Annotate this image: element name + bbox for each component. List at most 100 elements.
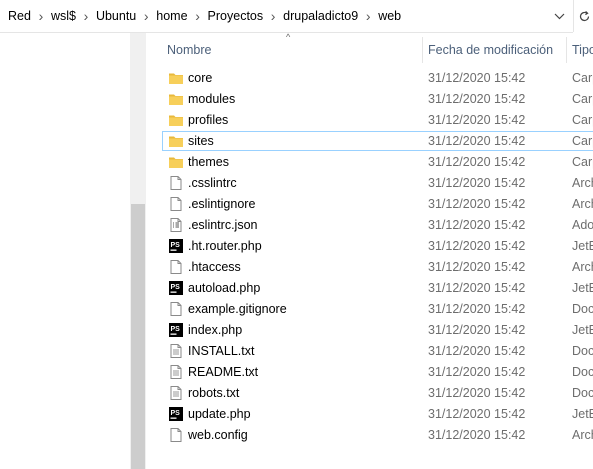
chevron-right-icon[interactable]: › [191, 9, 205, 23]
file-name: update.php [188, 407, 251, 421]
file-date: 31/12/2020 15:42 [428, 281, 526, 295]
file-row[interactable]: PS index.php 31/12/2020 15:42 JetB [146, 320, 593, 341]
file-row[interactable]: .htaccess 31/12/2020 15:42 Arch [146, 257, 593, 278]
file-row[interactable]: profiles 31/12/2020 15:42 Carp [146, 110, 593, 131]
file-row[interactable]: modules 31/12/2020 15:42 Carp [146, 89, 593, 110]
file-date: 31/12/2020 15:42 [428, 134, 526, 148]
file-date: 31/12/2020 15:42 [428, 239, 526, 253]
column-divider[interactable] [566, 37, 567, 63]
file-type: JetB [572, 407, 593, 421]
folder-icon [168, 154, 184, 170]
chevron-right-icon[interactable]: › [79, 9, 93, 23]
file-row[interactable]: PS autoload.php 31/12/2020 15:42 JetB [146, 278, 593, 299]
file-row[interactable]: PS update.php 31/12/2020 15:42 JetB [146, 404, 593, 425]
address-history-button[interactable] [546, 6, 572, 26]
svg-text:PS: PS [171, 242, 181, 249]
file-list: core 31/12/2020 15:42 Carp modules 31/12/202… [146, 68, 593, 446]
file-date: 31/12/2020 15:42 [428, 302, 526, 316]
file-row[interactable]: .csslintrc 31/12/2020 15:42 Arch [146, 173, 593, 194]
svg-text:PS: PS [171, 326, 181, 333]
file-icon [168, 259, 184, 275]
text-file-icon [168, 343, 184, 359]
breadcrumb-item-proyectos[interactable]: Proyectos [205, 9, 267, 23]
breadcrumb-item-wsl[interactable]: wsl$ [48, 9, 79, 23]
text-file-icon [168, 385, 184, 401]
chevron-right-icon[interactable]: › [266, 9, 280, 23]
phpstorm-file-icon: PS [168, 238, 184, 254]
file-name: example.gitignore [188, 302, 287, 316]
file-date: 31/12/2020 15:42 [428, 428, 526, 442]
phpstorm-file-icon: PS [168, 280, 184, 296]
breadcrumb-item-home[interactable]: home [153, 9, 190, 23]
phpstorm-file-icon: PS [168, 322, 184, 338]
file-row[interactable]: INSTALL.txt 31/12/2020 15:42 Doc [146, 341, 593, 362]
selection-highlight [162, 131, 593, 151]
column-header-type[interactable]: Tipo [572, 43, 593, 57]
file-date: 31/12/2020 15:42 [428, 365, 526, 379]
column-header-date[interactable]: Fecha de modificación [428, 43, 553, 57]
chevron-down-icon [554, 13, 564, 19]
file-row[interactable]: themes 31/12/2020 15:42 Carp [146, 152, 593, 173]
file-row[interactable]: .eslintignore 31/12/2020 15:42 Arch [146, 194, 593, 215]
file-date: 31/12/2020 15:42 [428, 344, 526, 358]
file-date: 31/12/2020 15:42 [428, 197, 526, 211]
file-type: Carp [572, 155, 593, 169]
file-name: .eslintrc.json [188, 218, 258, 232]
folder-icon [168, 112, 184, 128]
file-date: 31/12/2020 15:42 [428, 71, 526, 85]
json-file-icon [168, 217, 184, 233]
folder-icon [168, 91, 184, 107]
file-name: web.config [188, 428, 248, 442]
file-row[interactable]: example.gitignore 31/12/2020 15:42 Doc [146, 299, 593, 320]
file-type: Carp [572, 71, 593, 85]
file-type: Carp [572, 92, 593, 106]
chevron-right-icon[interactable]: › [34, 9, 48, 23]
file-icon [168, 427, 184, 443]
breadcrumb-item-drupaladicto9[interactable]: drupaladicto9 [280, 9, 361, 23]
file-type: Arch [572, 428, 593, 442]
refresh-button[interactable] [573, 0, 593, 32]
breadcrumb-item-ubuntu[interactable]: Ubuntu [93, 9, 139, 23]
file-row[interactable]: README.txt 31/12/2020 15:42 Doc [146, 362, 593, 383]
file-row[interactable]: web.config 31/12/2020 15:42 Arch [146, 425, 593, 446]
file-name: autoload.php [188, 281, 261, 295]
file-row[interactable]: .eslintrc.json 31/12/2020 15:42 Ado [146, 215, 593, 236]
file-icon [168, 301, 184, 317]
file-name: modules [188, 92, 236, 106]
chevron-right-icon[interactable]: › [361, 9, 375, 23]
file-row[interactable]: PS .ht.router.php 31/12/2020 15:42 JetB [146, 236, 593, 257]
file-date: 31/12/2020 15:42 [428, 260, 526, 274]
file-type: Doc [572, 386, 593, 400]
breadcrumb-item-red[interactable]: Red [5, 9, 34, 23]
file-row[interactable]: core 31/12/2020 15:42 Carp [146, 68, 593, 89]
file-name: profiles [188, 113, 229, 127]
column-header-name[interactable]: Nombre [167, 43, 211, 57]
navigation-pane-scroll-thumb[interactable] [131, 204, 145, 469]
column-headers: ^ Nombre Fecha de modificación Tipo [146, 32, 593, 65]
breadcrumb-item-web[interactable]: web [375, 9, 404, 23]
navigation-pane[interactable] [0, 33, 130, 469]
svg-text:PS: PS [171, 410, 181, 417]
file-name: .csslintrc [188, 176, 237, 190]
address-bar[interactable]: Red › wsl$ › Ubuntu › home › Proyectos ›… [0, 0, 573, 33]
svg-text:PS: PS [171, 284, 181, 291]
sort-ascending-icon: ^ [286, 32, 291, 42]
file-type: Carp [572, 113, 593, 127]
file-row[interactable]: robots.txt 31/12/2020 15:42 Doc [146, 383, 593, 404]
file-type: JetB [572, 281, 593, 295]
file-type: Arch [572, 197, 593, 211]
phpstorm-file-icon: PS [168, 406, 184, 422]
file-date: 31/12/2020 15:42 [428, 155, 526, 169]
file-name: index.php [188, 323, 243, 337]
file-row[interactable]: sites 31/12/2020 15:42 Carp [146, 131, 593, 152]
file-icon [168, 196, 184, 212]
file-type: Doc [572, 344, 593, 358]
file-type: JetB [572, 239, 593, 253]
file-name: README.txt [188, 365, 259, 379]
chevron-right-icon[interactable]: › [139, 9, 153, 23]
file-name: .htaccess [188, 260, 241, 274]
file-date: 31/12/2020 15:42 [428, 113, 526, 127]
folder-icon [168, 133, 184, 149]
column-divider[interactable] [422, 37, 423, 63]
file-name: .eslintignore [188, 197, 256, 211]
